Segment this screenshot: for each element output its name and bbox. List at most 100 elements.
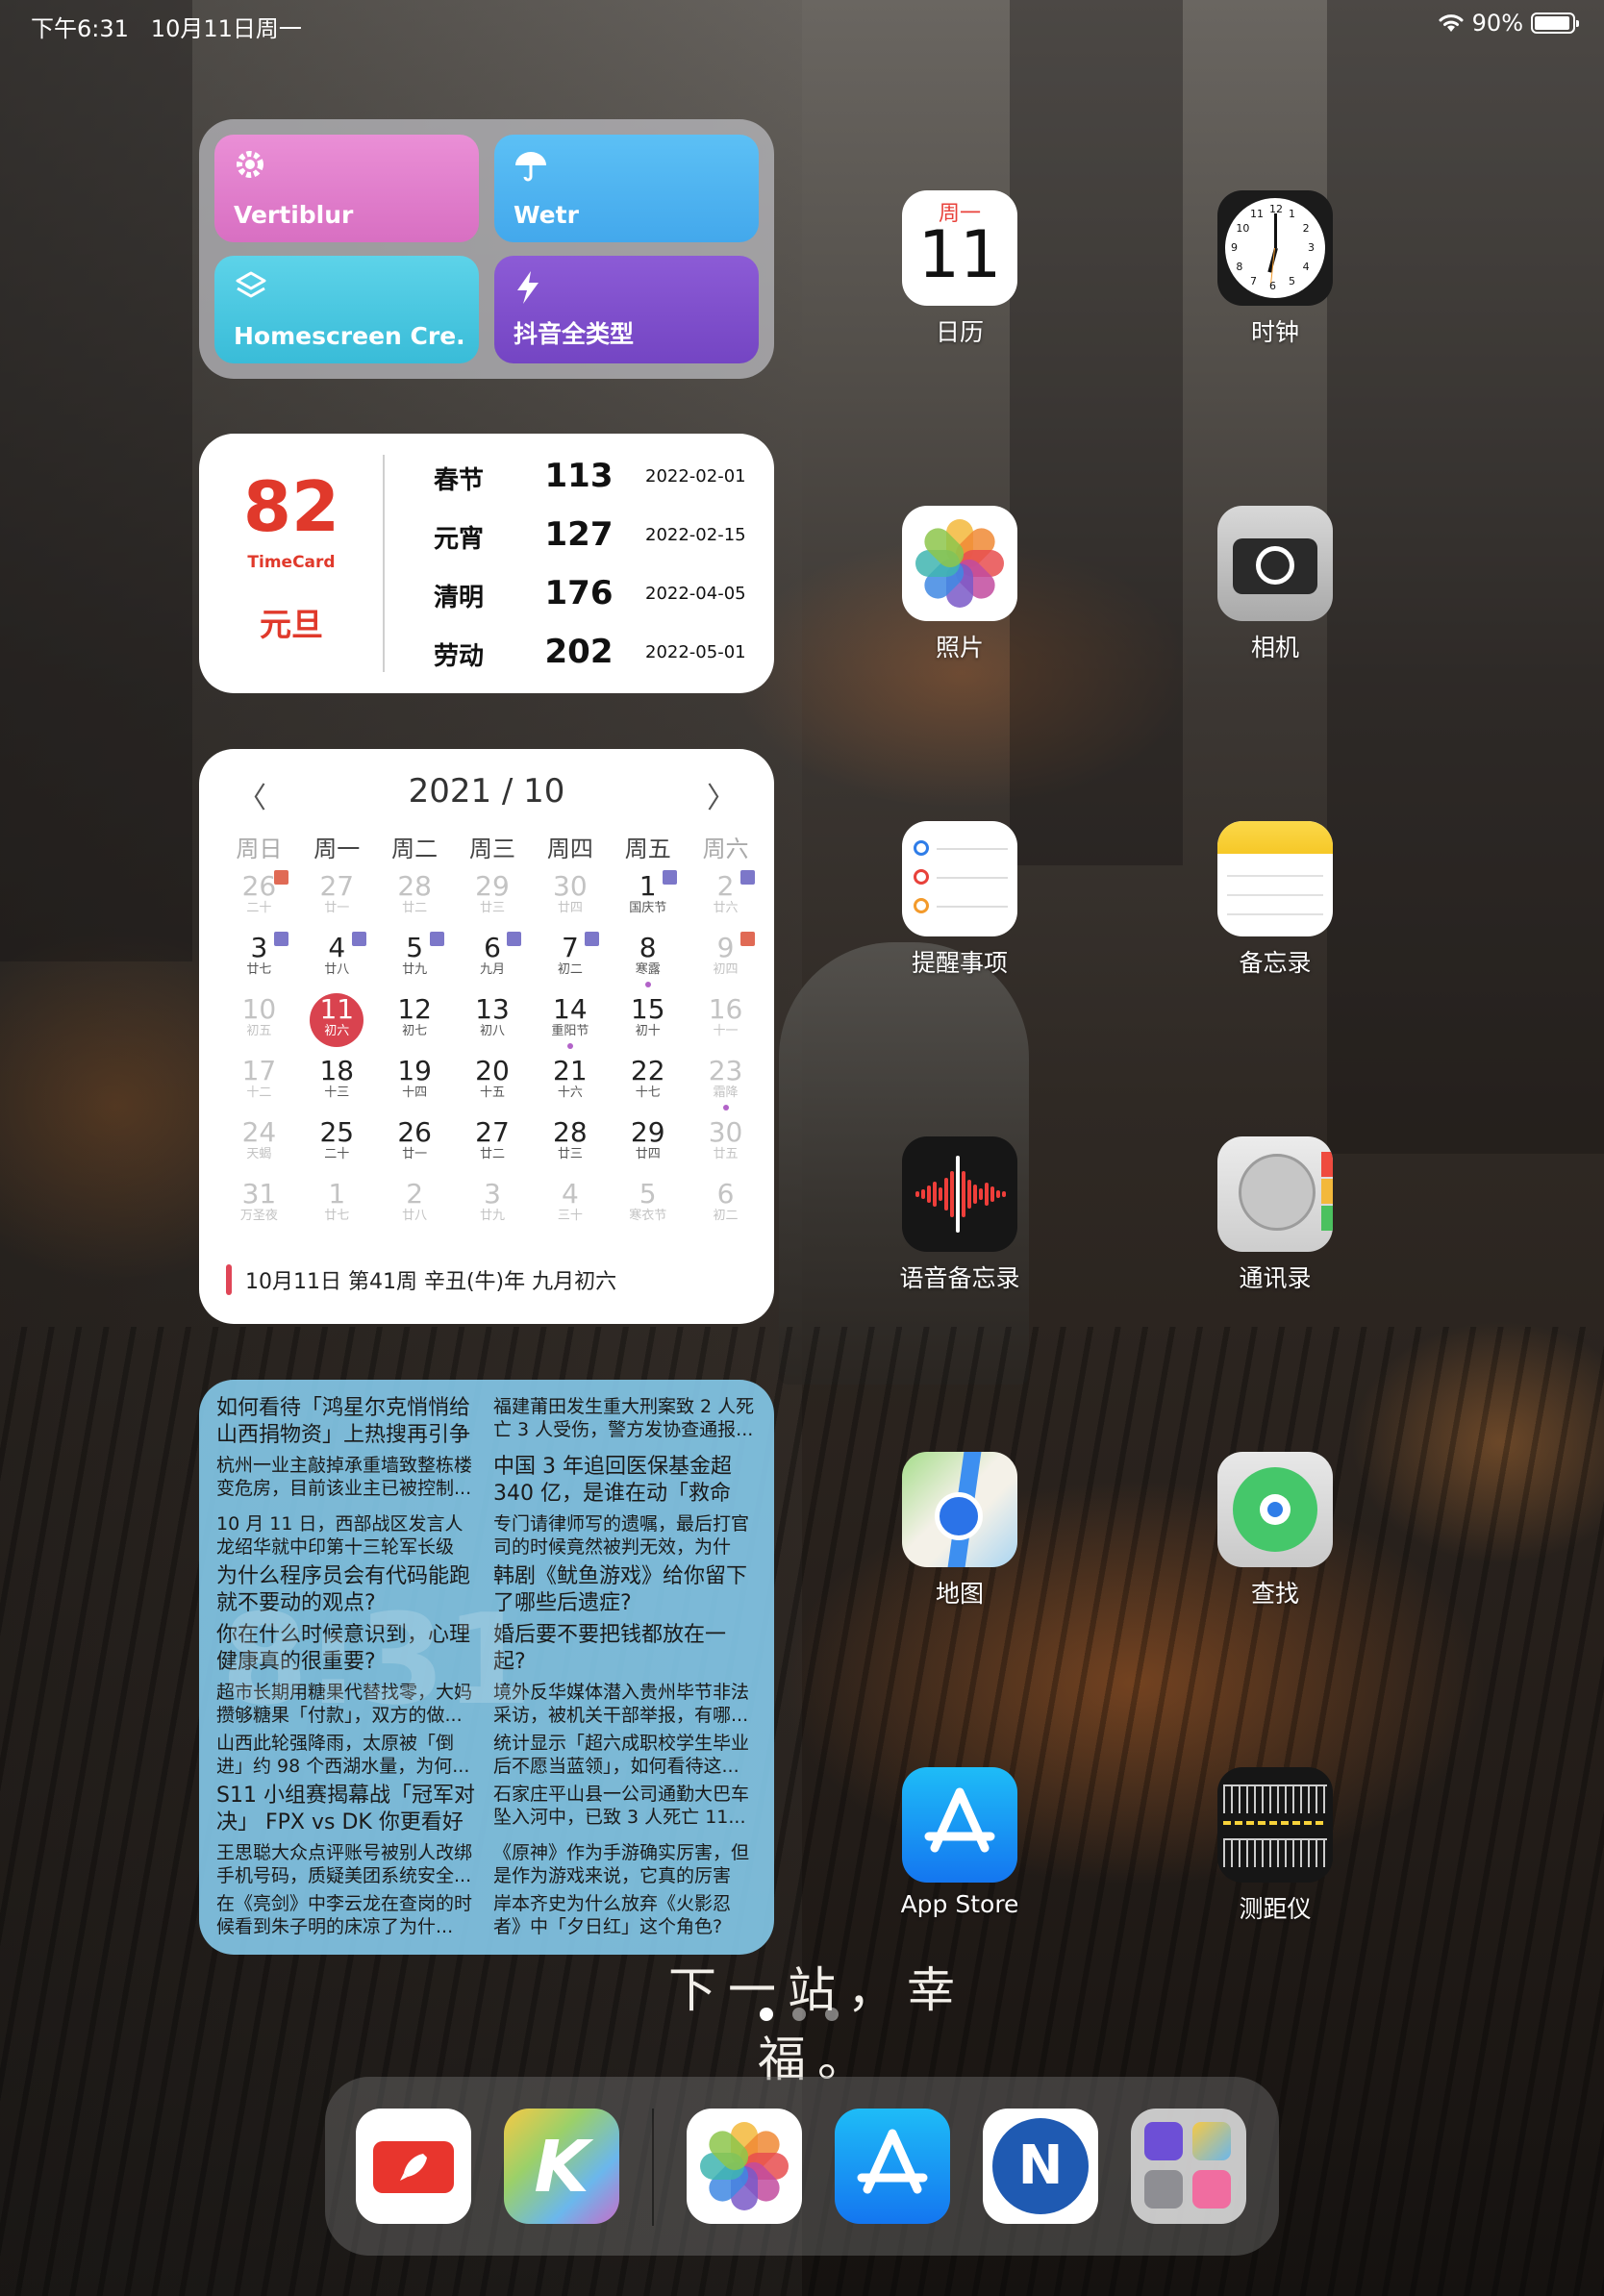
- calendar-day[interactable]: 17 十二: [220, 1053, 298, 1114]
- app-maps[interactable]: 地图: [864, 1452, 1056, 1610]
- calendar-day[interactable]: 15 初十: [609, 991, 687, 1053]
- calendar-day[interactable]: 22 十七: [609, 1053, 687, 1114]
- news-headline[interactable]: 超市长期用糖果代替找零，大妈攒够糖果「付款」，双方的做...: [216, 1681, 480, 1727]
- app-photos[interactable]: 照片: [864, 506, 1056, 663]
- news-headline[interactable]: 婚后要不要把钱都放在一起?: [493, 1622, 757, 1676]
- calendar-day[interactable]: 30 廿四: [531, 868, 609, 930]
- calendar-day[interactable]: 1 国庆节: [609, 868, 687, 930]
- news-headline[interactable]: 统计显示「超六成职校学生毕业后不愿当蓝领」，如何看待这...: [493, 1732, 757, 1778]
- calendar-day[interactable]: 24 天蝎: [220, 1114, 298, 1176]
- calendar-day-today[interactable]: 11 初六: [298, 991, 376, 1053]
- calendar-day[interactable]: 2 廿八: [376, 1176, 454, 1237]
- app-contacts[interactable]: 通讯录: [1179, 1136, 1371, 1294]
- app-app-store[interactable]: App Store: [864, 1767, 1056, 1918]
- app-measure[interactable]: 测距仪: [1179, 1767, 1371, 1925]
- lunar-label: 十六: [557, 1086, 583, 1100]
- page-dot[interactable]: [825, 2008, 839, 2021]
- waveform-bar: [979, 1188, 983, 1200]
- shortcut-douyin[interactable]: 抖音全类型: [494, 256, 759, 363]
- calendar-day[interactable]: 13 初八: [454, 991, 532, 1053]
- app-store-icon[interactable]: [835, 2109, 950, 2224]
- calendar-day[interactable]: 29 廿三: [454, 868, 532, 930]
- page-indicator[interactable]: [760, 2008, 839, 2021]
- news-headline[interactable]: 为什么程序员会有代码能跑就不要动的观点?: [216, 1563, 480, 1617]
- calendar-day[interactable]: 3 廿九: [454, 1176, 532, 1237]
- news-headline[interactable]: 山西此轮强降雨，太原被「倒进」约 98 个西湖水量，为何...: [216, 1732, 480, 1778]
- news-widget[interactable]: 如何看待「鸿星尔克悄悄给山西捐物资」上热搜再引争议? 福建莆田发生重大刑案致 2 …: [199, 1380, 774, 1955]
- calendar-day[interactable]: 3 廿七: [220, 930, 298, 991]
- next-month-button[interactable]: 〉: [707, 774, 736, 816]
- calendar-day[interactable]: 19 十四: [376, 1053, 454, 1114]
- calendar-day[interactable]: 6 九月: [454, 930, 532, 991]
- app-voice-memos[interactable]: 语音备忘录: [864, 1136, 1056, 1294]
- calendar-day[interactable]: 18 十三: [298, 1053, 376, 1114]
- calendar-day[interactable]: 27 廿二: [454, 1114, 532, 1176]
- calendar-day[interactable]: 28 廿三: [531, 1114, 609, 1176]
- news-headline[interactable]: 石家庄平山县一公司通勤大巴车坠入河中，已致 3 人死亡 11...: [493, 1783, 757, 1829]
- photos-icon[interactable]: [687, 2109, 802, 2224]
- n-app-icon[interactable]: N: [983, 2109, 1098, 2224]
- calendar-day[interactable]: 8 寒露: [609, 930, 687, 991]
- shortcut-homescreen-creator[interactable]: Homescreen Cre...: [214, 256, 479, 363]
- news-headline[interactable]: 王思聪大众点评账号被别人改绑手机号码，质疑美团系统安全...: [216, 1841, 480, 1887]
- calendar-day[interactable]: 31 万圣夜: [220, 1176, 298, 1237]
- calendar-day[interactable]: 12 初七: [376, 991, 454, 1053]
- app-calendar[interactable]: 周一 11 日历: [864, 190, 1056, 348]
- timecard-widget[interactable]: 82 TimeCard 元旦 春节 113 2022-02-01 元宵 127 …: [199, 434, 774, 693]
- calendar-day[interactable]: 30 廿五: [687, 1114, 764, 1176]
- news-headline[interactable]: 在《亮剑》中李云龙在查岗的时候看到朱子明的床凉了为什...: [216, 1892, 480, 1938]
- calendar-day[interactable]: 5 廿九: [376, 930, 454, 991]
- calendar-day[interactable]: 26 二十: [220, 868, 298, 930]
- shortcut-wetr[interactable]: Wetr: [494, 135, 759, 242]
- waveform-bar: [973, 1185, 977, 1204]
- calendar-day[interactable]: 5 寒衣节: [609, 1176, 687, 1237]
- calendar-day[interactable]: 26 廿一: [376, 1114, 454, 1176]
- app-notes[interactable]: 备忘录: [1179, 821, 1371, 979]
- calendar-day[interactable]: 27 廿一: [298, 868, 376, 930]
- rocket-app-icon[interactable]: [356, 2109, 471, 2224]
- news-headline[interactable]: 杭州一业主敲掉承重墙致整栋楼变危房，目前该业主已被控制...: [216, 1454, 480, 1500]
- k-app-icon[interactable]: K: [504, 2109, 619, 2224]
- news-headline[interactable]: 《原神》作为手游确实厉害，但是作为游戏来说，它真的厉害吗?: [493, 1841, 757, 1887]
- calendar-day[interactable]: 7 初二: [531, 930, 609, 991]
- calendar-day[interactable]: 29 廿四: [609, 1114, 687, 1176]
- calendar-day[interactable]: 16 十一: [687, 991, 764, 1053]
- calendar-day[interactable]: 4 三十: [531, 1176, 609, 1237]
- calendar-day[interactable]: 14 重阳节: [531, 991, 609, 1053]
- page-dot[interactable]: [760, 2008, 773, 2021]
- shortcut-vertiblur[interactable]: Vertiblur: [214, 135, 479, 242]
- calendar-day[interactable]: 20 十五: [454, 1053, 532, 1114]
- app-clock[interactable]: 12 1 2 3 4 5 6 7 8 9 10 11 时钟: [1179, 190, 1371, 348]
- news-headline[interactable]: 境外反华媒体潜入贵州毕节非法采访，被机关干部举报，有哪...: [493, 1681, 757, 1727]
- calendar-day[interactable]: 23 霜降: [687, 1053, 764, 1114]
- app-label: 通讯录: [1239, 1264, 1312, 1292]
- news-headline[interactable]: 专门请律师写的遗嘱，最后打官司的时候竟然被判无效，为什么?: [493, 1512, 757, 1559]
- calendar-day[interactable]: 4 廿八: [298, 930, 376, 991]
- timecard-holiday: 元旦: [260, 606, 323, 643]
- calendar-day[interactable]: 1 廿七: [298, 1176, 376, 1237]
- news-headline[interactable]: 岸本齐史为什么放弃《火影忍者》中「夕日红」这个角色?: [493, 1892, 757, 1938]
- news-headline[interactable]: 你在什么时候意识到，心理健康真的很重要?: [216, 1622, 480, 1676]
- news-headline[interactable]: S11 小组赛揭幕战「冠军对决」 FPX vs DK 你更看好谁?: [216, 1783, 480, 1836]
- news-headline[interactable]: 福建莆田发生重大刑案致 2 人死亡 3 人受伤，警方发协查通报...: [493, 1395, 757, 1441]
- calendar-day[interactable]: 2 廿六: [687, 868, 764, 930]
- app-folder-icon[interactable]: [1131, 2109, 1246, 2224]
- page-dot[interactable]: [792, 2008, 806, 2021]
- day-number: 31: [241, 1178, 277, 1210]
- app-find-my[interactable]: 查找: [1179, 1452, 1371, 1610]
- lunar-label: 九月: [479, 962, 505, 977]
- news-headline[interactable]: 韩剧《鱿鱼游戏》给你留下了哪些后遗症?: [493, 1563, 757, 1617]
- app-reminders[interactable]: 提醒事项: [864, 821, 1056, 979]
- calendar-day[interactable]: 9 初四: [687, 930, 764, 991]
- news-headline[interactable]: 10 月 11 日，西部战区发言人龙绍华就中印第十三轮军长级会...: [216, 1512, 480, 1559]
- calendar-day[interactable]: 21 十六: [531, 1053, 609, 1114]
- app-camera[interactable]: 相机: [1179, 506, 1371, 663]
- calendar-day[interactable]: 10 初五: [220, 991, 298, 1053]
- calendar-day[interactable]: 28 廿二: [376, 868, 454, 930]
- news-headline[interactable]: 中国 3 年追回医保基金超 340 亿，是谁在动「救命钱」?: [493, 1454, 757, 1508]
- calendar-widget[interactable]: 〈 2021 / 10 〉 周日 周一 周二 周三 周四 周五 周六 26 二十 2…: [199, 749, 774, 1324]
- calendar-day[interactable]: 25 二十: [298, 1114, 376, 1176]
- bolt-icon: [514, 269, 739, 308]
- calendar-day[interactable]: 6 初二: [687, 1176, 764, 1237]
- news-headline[interactable]: 如何看待「鸿星尔克悄悄给山西捐物资」上热搜再引争议?: [216, 1395, 480, 1449]
